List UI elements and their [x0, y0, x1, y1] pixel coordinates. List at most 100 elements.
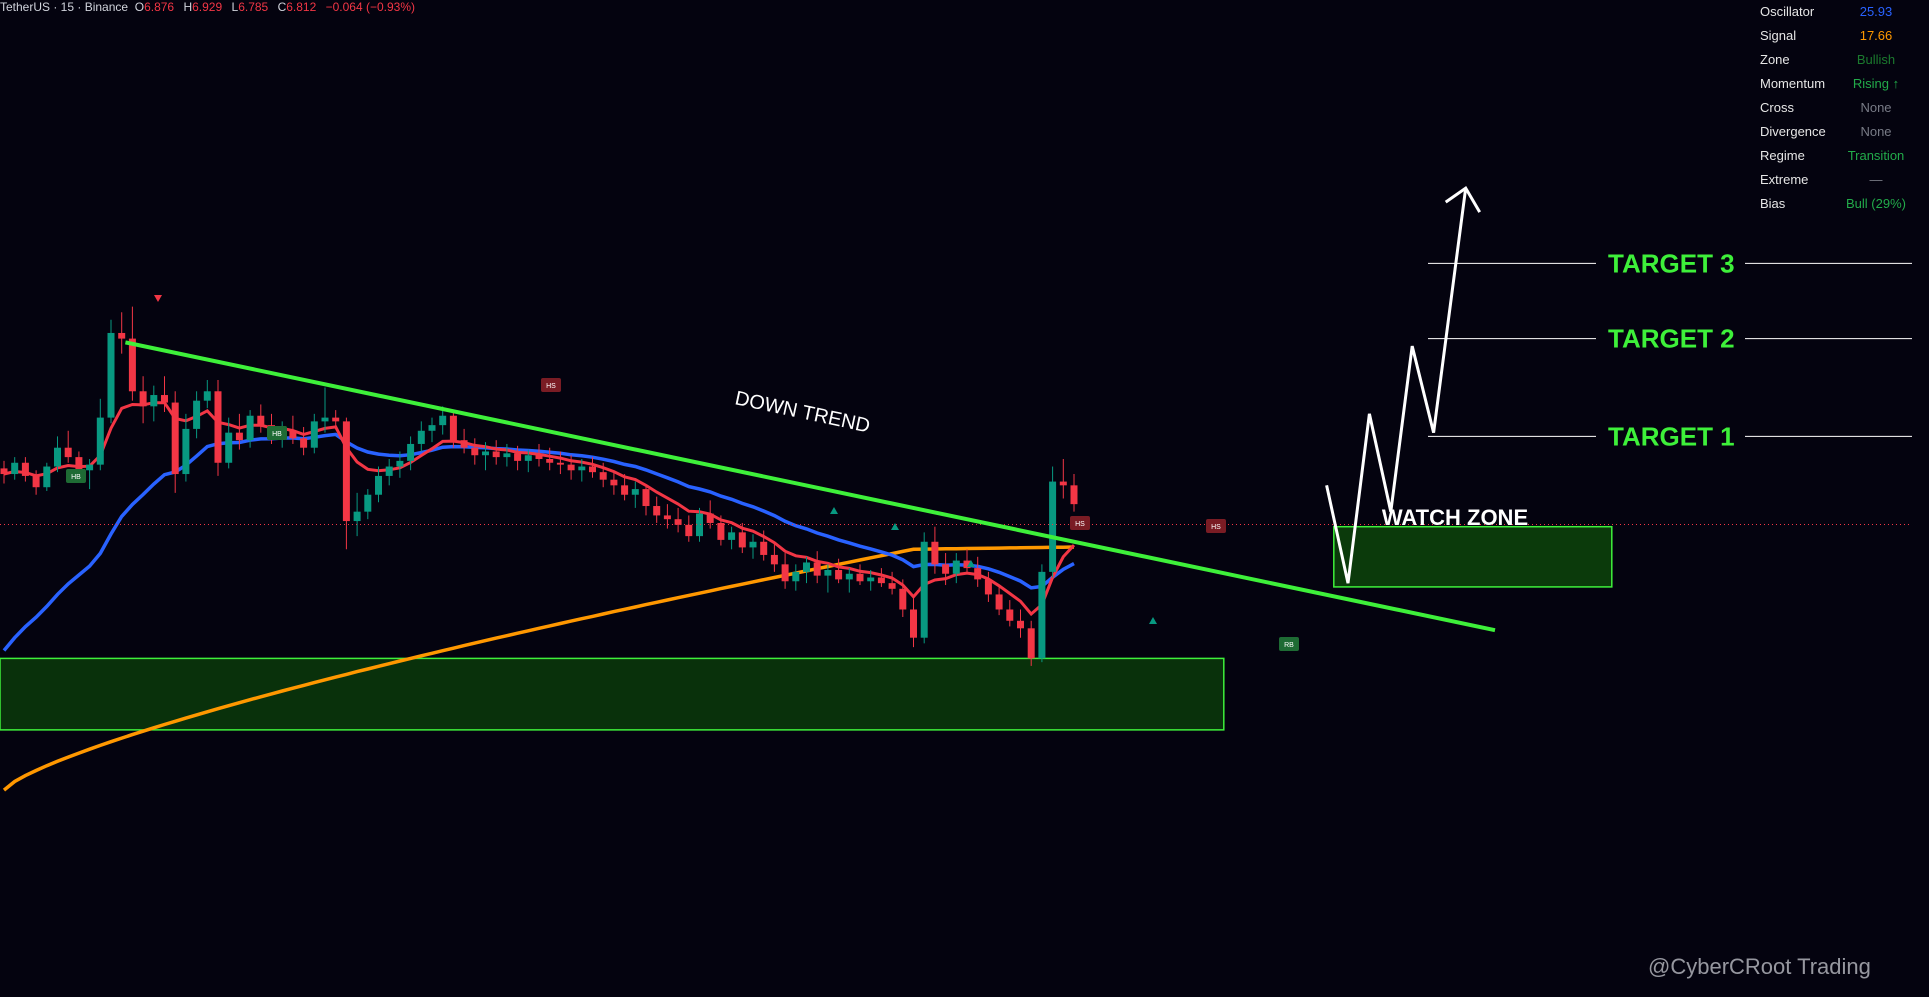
candle-body: [792, 571, 800, 582]
panel-label: Signal: [1760, 28, 1797, 43]
candle-body: [150, 395, 158, 407]
candle-body: [696, 513, 703, 537]
target-label: TARGET 3: [1608, 248, 1735, 278]
rb-marker-text: RB: [1284, 642, 1294, 649]
candle-body: [139, 391, 147, 407]
candle-body: [396, 460, 404, 467]
candle-body: [546, 458, 554, 463]
panel-label: Cross: [1760, 100, 1794, 115]
candle-body: [535, 455, 543, 459]
candle-body: [706, 513, 714, 523]
candle-body: [342, 421, 350, 522]
candle-body: [621, 485, 629, 495]
candle-body: [449, 415, 457, 441]
candle-body: [877, 577, 885, 584]
hb-marker-text: HB: [71, 474, 81, 481]
candle-body: [952, 560, 960, 574]
open-value: 6.876: [144, 0, 175, 14]
candle-body: [385, 466, 393, 476]
candle-body: [931, 541, 939, 565]
candle-body: [920, 541, 928, 638]
symbol-title: TetherUS · 15 · Binance: [0, 0, 129, 14]
candle-body: [193, 400, 201, 429]
candle-body: [332, 417, 340, 422]
panel-row: Extreme —: [1752, 168, 1912, 192]
candle-body: [128, 338, 136, 392]
change-value: −0.064 (−0.93%): [325, 0, 416, 14]
panel-label: Oscillator: [1760, 4, 1815, 19]
target-label: TARGET 1: [1608, 421, 1735, 451]
candle-body: [503, 453, 511, 458]
candle-body: [1049, 481, 1057, 572]
candle-body: [1038, 571, 1046, 659]
panel-value: None: [1860, 100, 1892, 115]
candle-body: [439, 415, 447, 426]
candle-body: [310, 421, 318, 448]
candle-body: [107, 332, 115, 418]
hs-marker-text: HS: [1211, 524, 1221, 531]
candle-body: [118, 332, 126, 339]
candle-body: [717, 522, 725, 540]
candle-body: [182, 428, 190, 475]
candle-body: [321, 417, 329, 422]
candle-body: [910, 609, 917, 638]
hs-marker-text: HS: [546, 383, 556, 390]
candle-body: [75, 457, 83, 471]
panel-row: Divergence None: [1752, 120, 1912, 144]
candle-body: [64, 447, 72, 458]
candle-body: [556, 462, 564, 465]
candle-body: [161, 395, 168, 403]
chart-background: [0, 0, 1929, 997]
candle-body: [225, 432, 233, 463]
candle-body: [760, 541, 768, 555]
panel-label: Divergence: [1760, 124, 1826, 139]
candle-body: [813, 562, 821, 576]
indicator-panel: Oscillator 25.93 Signal 17.66 Zone Bullish Mom…: [1752, 0, 1912, 216]
panel-label: Momentum: [1760, 76, 1826, 91]
candle-body: [428, 425, 436, 431]
candle-body: [845, 573, 853, 580]
candle-body: [300, 438, 308, 448]
candle-body: [203, 391, 211, 401]
price-axis[interactable]: [1912, 0, 1929, 997]
candle-body: [867, 577, 875, 582]
candle-body: [856, 573, 864, 582]
candle-body: [417, 430, 425, 444]
candle-body: [289, 430, 297, 439]
watermark: @CyberCRoot Trading: [1648, 954, 1871, 979]
candle-body: [1070, 485, 1078, 505]
candle-body: [663, 515, 671, 520]
candle-body: [246, 415, 254, 441]
panel-label: Bias: [1760, 196, 1786, 211]
candle-body: [492, 451, 500, 458]
candle-body: [942, 564, 950, 574]
candle-body: [1006, 609, 1014, 621]
panel-value: 25.93: [1859, 4, 1893, 19]
candle-body: [995, 594, 1003, 610]
panel-value: Transition: [1847, 148, 1905, 163]
candle-body: [1027, 628, 1035, 659]
high-value: 6.929: [192, 0, 223, 14]
candle-body: [86, 464, 94, 471]
candle-body: [781, 564, 789, 582]
panel-value: —: [1869, 172, 1883, 187]
panel-label: Extreme: [1760, 172, 1809, 187]
candle-body: [567, 464, 575, 471]
close-value: 6.812: [286, 0, 317, 14]
candle-body: [653, 506, 661, 516]
panel-value: Rising ↑: [1852, 76, 1900, 91]
candle-body: [514, 453, 522, 461]
hb-marker-text: HB: [272, 431, 282, 438]
candle-body: [824, 569, 832, 576]
price-chart[interactable]: HBHBHSHS HSRB TARGET 1TARGET 2TARGET 3DOW…: [0, 0, 1929, 997]
candle-body: [749, 541, 757, 548]
candle-body: [171, 402, 179, 475]
hs-marker-text: HS: [1075, 521, 1085, 528]
symbol-header: TetherUS · 15 · Binance O6.876 H6.929 L6…: [0, 0, 416, 14]
candle-body: [407, 443, 415, 461]
watch-zone-label: WATCH ZONE: [1382, 505, 1528, 530]
candle-body: [460, 440, 468, 448]
panel-row: Regime Transition: [1752, 144, 1912, 168]
candle-body: [610, 479, 618, 486]
candle-body: [984, 579, 992, 595]
